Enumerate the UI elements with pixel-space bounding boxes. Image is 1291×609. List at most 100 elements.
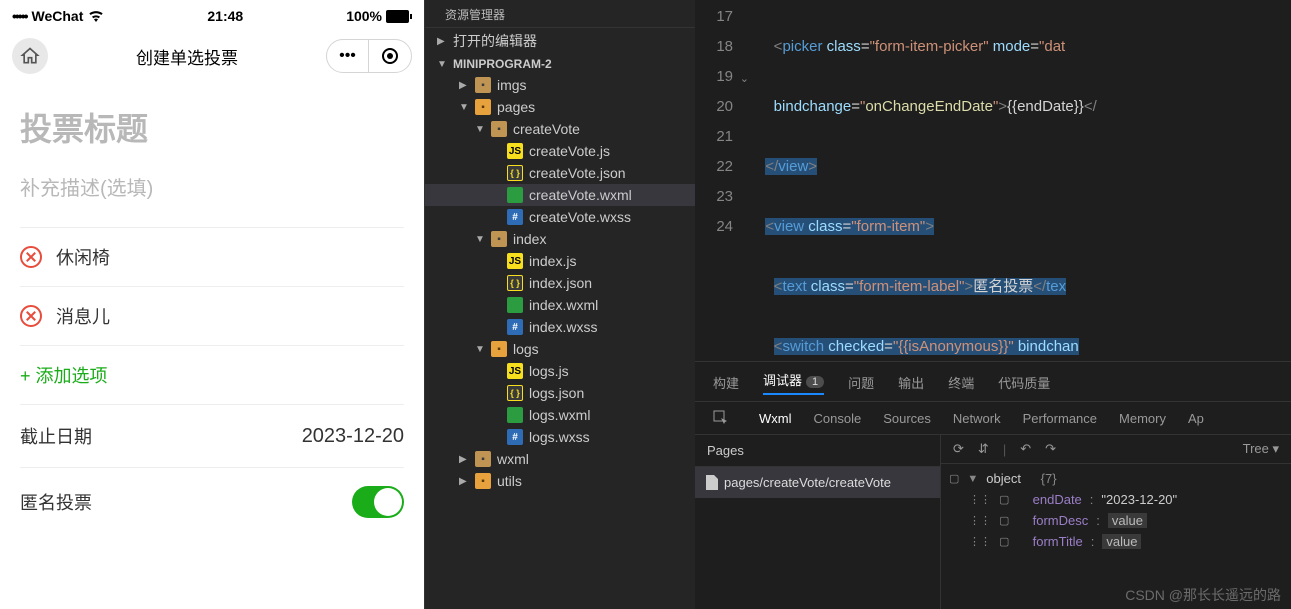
file-tree-item[interactable]: ▼▪createVote [425,118,695,140]
gutter: 1718 19⌄ 2021222324 [695,2,751,361]
js-icon: JS [507,363,523,379]
target-icon [381,47,399,65]
file-name: index.js [529,253,576,269]
status-time: 21:48 [207,8,243,24]
remove-icon[interactable] [20,246,42,268]
tree-view-select[interactable]: Tree ▾ [1243,441,1279,457]
page-item[interactable]: pages/createVote/createVote [695,467,940,498]
badge: 1 [806,376,824,388]
tab-sources[interactable]: Sources [883,411,931,426]
file-name: index [513,231,546,247]
tab-quality[interactable]: 代码质量 [998,373,1050,392]
file-icon [705,475,718,490]
open-editors-section[interactable]: ▶ 打开的编辑器 [425,28,695,54]
section-label: 打开的编辑器 [453,31,537,51]
tab-console[interactable]: Console [814,411,862,426]
code-content[interactable]: <picker class="form-item-picker" mode="d… [751,2,1291,361]
object-prop-row[interactable]: ⋮⋮▢ formDesc : value [949,510,1283,531]
file-tree-item[interactable]: index.wxml [425,294,695,316]
file-tree-item[interactable]: JSindex.js [425,250,695,272]
tab-terminal[interactable]: 终端 [948,373,974,392]
chevron-down-icon: ▼ [967,473,978,485]
tab-output[interactable]: 输出 [898,373,924,392]
phone-simulator: ••••• WeChat 21:48 100% 创建单选投票 ••• 投票标题 … [0,0,425,609]
watermark: CSDN @那长长遥远的路 [1125,585,1281,605]
tab-debugger[interactable]: 调试器1 [763,370,824,395]
tab-build[interactable]: 构建 [713,373,739,392]
file-tree-item[interactable]: ▼ ▪ index [425,228,695,250]
file-tree-item[interactable]: ▶▪wxml [425,448,695,470]
bottom-panel: 构建 调试器1 问题 输出 终端 代码质量 Wxml Console Sourc… [695,361,1291,609]
file-tree-item[interactable]: ▼▪pages [425,96,695,118]
file-tree-item[interactable]: { }logs.json [425,382,695,404]
home-button[interactable] [12,38,48,74]
file-tree-item[interactable]: createVote.wxml [425,184,695,206]
file-tree-item[interactable]: JSlogs.js [425,360,695,382]
vote-option-row[interactable]: 消息儿 [20,286,404,345]
home-icon [20,46,40,66]
file-name: createVote.json [529,165,626,181]
remove-icon[interactable] [20,305,42,327]
object-prop-row[interactable]: ⋮⋮▢ formTitle : value [949,531,1283,552]
file-tree-item[interactable]: ▶▪imgs [425,74,695,96]
tab-app[interactable]: Ap [1188,411,1204,426]
file-name: createVote.js [529,143,610,159]
object-row[interactable]: ▢ ▼ object {7} [949,468,1283,489]
file-tree-item[interactable]: ▼▪logs [425,338,695,360]
file-tree-item[interactable]: logs.wxml [425,404,695,426]
folder-icon: ▪ [491,231,507,247]
file-tree-item[interactable]: # logs.wxss [425,426,695,448]
object-prop-row[interactable]: ⋮⋮▢ endDate : "2023-12-20" [949,489,1283,510]
pages-header: Pages [695,435,940,467]
vote-option-row[interactable]: 休闲椅 [20,227,404,286]
wifi-icon [88,10,104,22]
file-tree-item[interactable]: #index.wxss [425,316,695,338]
anonymous-row: 匿名投票 [20,467,404,536]
file-tree-item[interactable]: { }index.json [425,272,695,294]
add-option-button[interactable]: + 添加选项 [20,345,404,404]
file-tree-item[interactable]: ▶▪utils [425,470,695,492]
box-icon: ▢ [999,514,1009,527]
json-icon: { } [507,165,523,181]
carrier-label: WeChat [32,8,84,24]
deadline-row[interactable]: 截止日期 2023-12-20 [20,404,404,467]
file-name: logs.wxss [529,429,590,445]
redo-icon[interactable]: ↷ [1045,441,1056,457]
tab-wxml[interactable]: Wxml [759,411,792,426]
file-tree-item[interactable]: #createVote.wxss [425,206,695,228]
box-icon: ▢ [949,472,959,485]
file-name: createVote.wxml [529,187,632,203]
project-root[interactable]: ▼ MINIPROGRAM-2 [425,54,695,74]
anonymous-switch[interactable] [352,486,404,518]
tab-performance[interactable]: Performance [1023,411,1097,426]
tab-problems[interactable]: 问题 [848,373,874,392]
tab-network[interactable]: Network [953,411,1001,426]
page-title: 创建单选投票 [136,44,238,69]
arrow-icon: ▼ [475,124,485,135]
wxml-icon [507,297,523,313]
wxss-icon: # [507,319,523,335]
code-editor[interactable]: 1718 19⌄ 2021222324 <picker class="form-… [695,0,1291,361]
undo-icon[interactable]: ↶ [1020,441,1031,457]
page-path: pages/createVote/createVote [724,475,891,490]
menu-button[interactable]: ••• [327,40,369,72]
filter-icon[interactable]: ⇵ [978,441,989,457]
file-name: logs.wxml [529,407,590,423]
fold-icon[interactable]: ⌄ [740,64,749,94]
refresh-icon[interactable]: ⟳ [953,441,964,457]
arrow-icon: ▼ [475,344,485,355]
wxml-icon [507,187,523,203]
tab-memory[interactable]: Memory [1119,411,1166,426]
wxss-icon: # [507,429,523,445]
arrow-icon: ▼ [475,234,485,245]
more-icon: ••• [339,47,356,65]
file-tree-item[interactable]: JScreateVote.js [425,140,695,162]
arrow-icon: ▶ [459,476,469,487]
arrow-icon: ▼ [459,102,469,113]
vote-desc-input[interactable]: 补充描述(选填) [20,172,404,201]
vote-title-input[interactable]: 投票标题 [20,104,404,150]
inspect-icon[interactable] [713,410,729,426]
file-tree-item[interactable]: { } createVote.json [425,162,695,184]
object-tree[interactable]: ▢ ▼ object {7} ⋮⋮▢ endDate : "2023-12-20… [941,464,1291,556]
close-button[interactable] [369,40,411,72]
